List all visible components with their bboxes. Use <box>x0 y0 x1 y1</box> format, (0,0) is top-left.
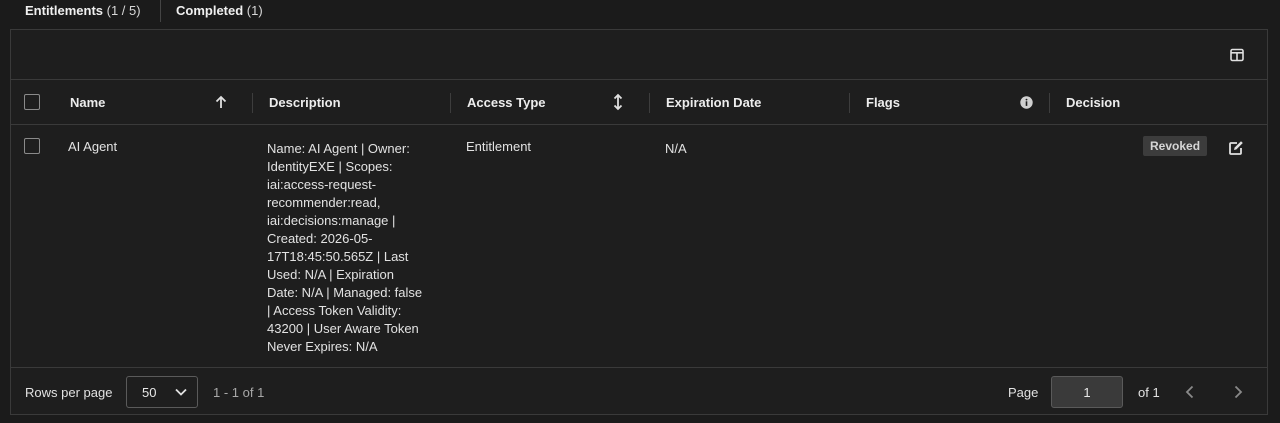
chevron-down-icon <box>175 388 187 396</box>
select-all-checkbox[interactable] <box>24 94 40 110</box>
column-header-name[interactable]: Name <box>70 95 105 110</box>
tab-bar: Entitlements (1 / 5) Completed (1) <box>0 0 1280 24</box>
edit-icon[interactable] <box>1228 140 1244 156</box>
description-line: recommender:read, <box>267 195 381 210</box>
description-line: Name: AI Agent | Owner: <box>267 141 410 156</box>
tab-entitlements-count: (1 / 5) <box>106 3 141 18</box>
description-line: Used: N/A | Expiration <box>267 267 394 282</box>
chevron-right-icon[interactable] <box>1231 385 1245 399</box>
decision-status-badge: Revoked <box>1143 136 1208 156</box>
column-header-flags: Flags <box>866 95 900 110</box>
column-divider <box>252 93 253 113</box>
tab-entitlements[interactable]: Entitlements (1 / 5) <box>25 3 141 18</box>
rows-per-page-select[interactable]: 50 <box>126 376 198 408</box>
description-line: Created: 2026-05- <box>267 231 373 246</box>
row-name: AI Agent <box>68 139 118 154</box>
tab-entitlements-label: Entitlements <box>25 3 104 18</box>
column-divider <box>450 93 451 113</box>
description-line: | Access Token Validity: <box>267 303 402 318</box>
rows-per-page-value: 50 <box>142 385 157 400</box>
table-header: Name Description Access Type Expiration … <box>11 80 1267 125</box>
row-description: Name: AI Agent | Owner: IdentityEXE | Sc… <box>267 140 427 356</box>
column-header-access-type[interactable]: Access Type <box>467 95 546 110</box>
table-pagination-footer: Rows per page 50 1 - 1 of 1 Page of 1 <box>11 368 1267 416</box>
arrow-up-icon[interactable] <box>215 95 227 109</box>
page-total-label: of 1 <box>1138 385 1160 400</box>
info-icon[interactable] <box>1020 96 1033 109</box>
page-label: Page <box>1008 385 1039 400</box>
page-number-input[interactable] <box>1051 376 1123 408</box>
description-line: Never Expires: N/A <box>267 339 378 354</box>
tab-completed-count: (1) <box>246 3 263 18</box>
tab-completed[interactable]: Completed (1) <box>176 3 263 18</box>
column-divider <box>649 93 650 113</box>
pagination-range: 1 - 1 of 1 <box>213 385 265 400</box>
chevron-left-icon[interactable] <box>1183 385 1197 399</box>
description-line: 17T18:45:50.565Z | Last <box>267 249 409 264</box>
column-divider <box>849 93 850 113</box>
row-expiration-date: N/A <box>665 141 687 156</box>
entitlements-table-panel: Name Description Access Type Expiration … <box>10 29 1268 415</box>
column-header-decision: Decision <box>1066 95 1121 110</box>
column-header-expiration-date[interactable]: Expiration Date <box>666 95 761 110</box>
rows-per-page-label: Rows per page <box>25 385 113 400</box>
table-row: AI Agent Name: AI Agent | Owner: Identit… <box>11 125 1267 368</box>
column-header-description[interactable]: Description <box>269 95 341 110</box>
columns-icon[interactable] <box>1230 48 1244 62</box>
description-line: 43200 | User Aware Token <box>267 321 419 336</box>
tab-divider <box>160 0 161 22</box>
row-select-checkbox[interactable] <box>24 138 40 154</box>
sort-vertical-icon[interactable] <box>613 93 623 111</box>
description-line: IdentityEXE | Scopes: <box>267 159 393 174</box>
tab-completed-label: Completed <box>176 3 244 18</box>
description-line: Date: N/A | Managed: false <box>267 285 423 300</box>
row-access-type: Entitlement <box>466 139 532 154</box>
description-line: iai:access-request- <box>267 177 377 192</box>
description-line: iai:decisions:manage | <box>267 213 396 228</box>
column-divider <box>1049 93 1050 113</box>
table-toolbar <box>11 30 1267 80</box>
